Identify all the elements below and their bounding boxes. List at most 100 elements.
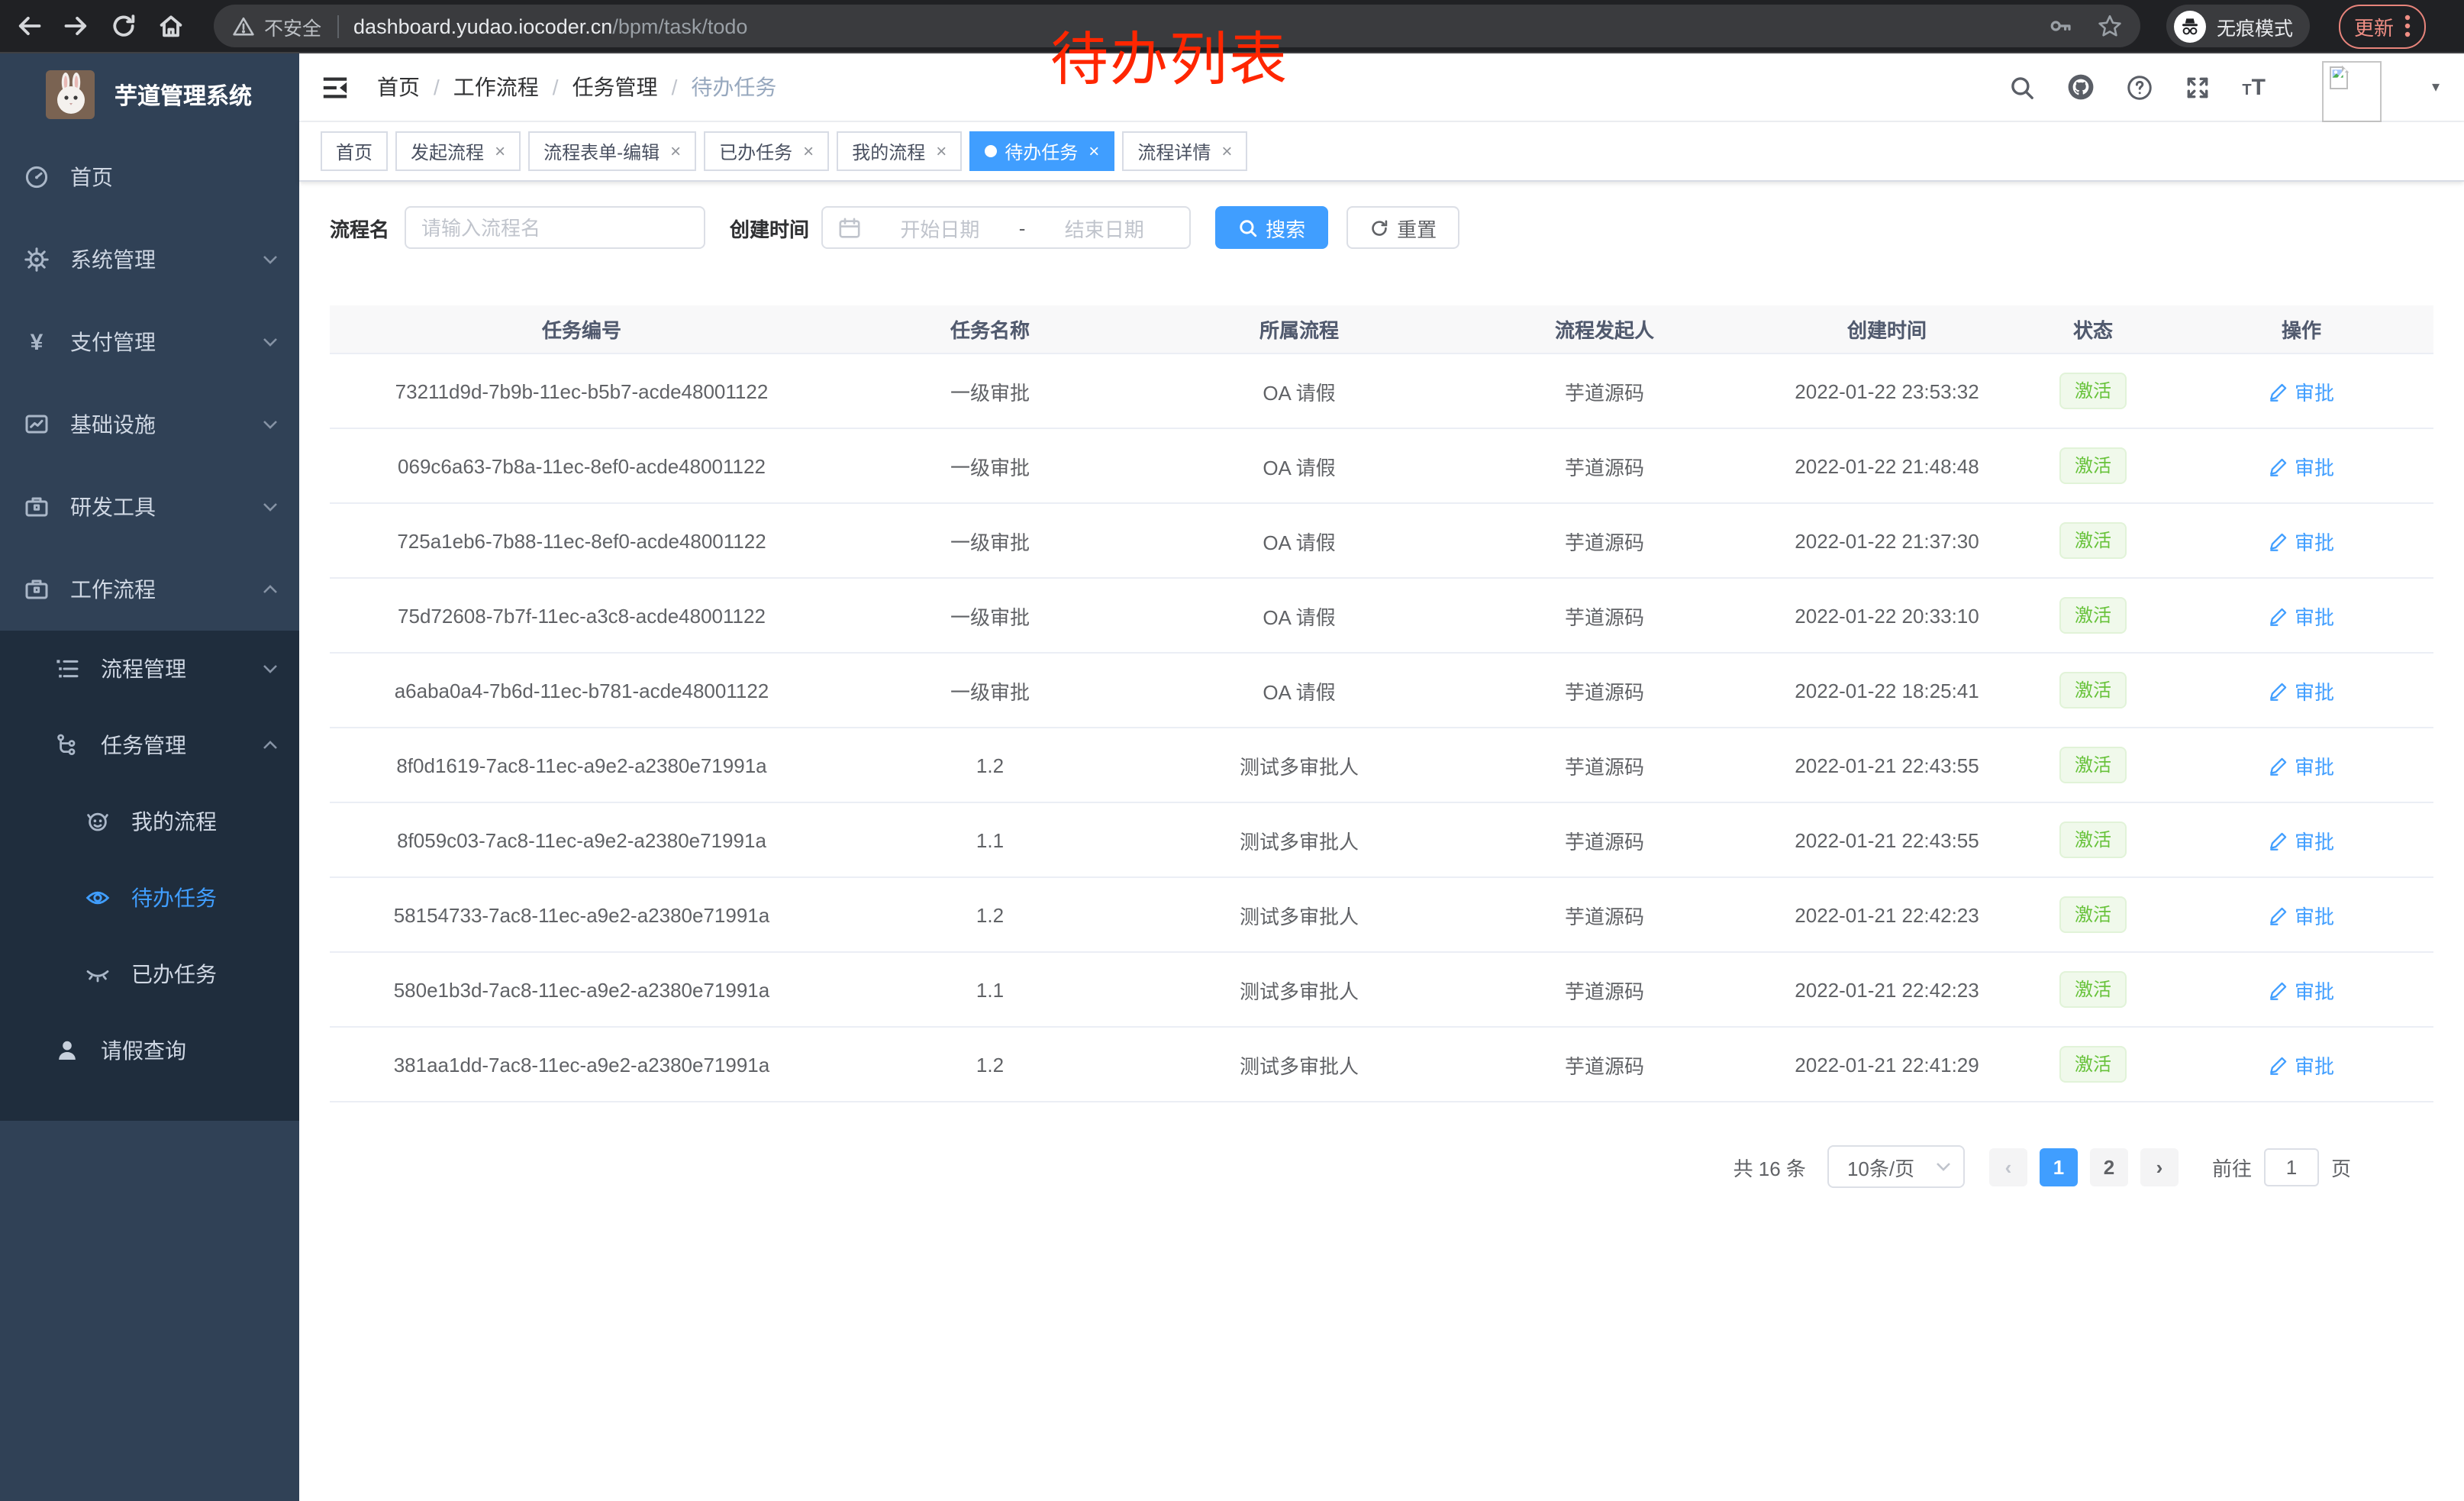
cell-task-name: 一级审批: [834, 428, 1147, 503]
approve-link[interactable]: 审批: [2269, 825, 2334, 854]
bookmark-star-icon[interactable]: [2098, 14, 2122, 38]
sidebar-item-task-mgmt[interactable]: 任务管理: [0, 707, 299, 783]
monitor-chart-icon: [24, 412, 49, 437]
next-page-button[interactable]: ›: [2140, 1148, 2179, 1186]
sidebar-item-my-process[interactable]: 我的流程: [0, 783, 299, 860]
sidebar-item-home[interactable]: 首页: [0, 136, 299, 218]
sidebar-item-workflow[interactable]: 工作流程: [0, 548, 299, 631]
breadcrumb-workflow[interactable]: 工作流程: [453, 72, 539, 102]
forward-icon[interactable]: [63, 12, 90, 40]
sidebar-item-payment[interactable]: ¥ 支付管理: [0, 301, 299, 383]
top-navbar: 首页 / 工作流程 / 任务管理 / 待办任务 TT: [299, 53, 2464, 122]
sidebar-item-system[interactable]: 系统管理: [0, 218, 299, 301]
sidebar-item-process-mgmt[interactable]: 流程管理: [0, 631, 299, 707]
approve-link[interactable]: 审批: [2269, 676, 2334, 705]
approve-link[interactable]: 审批: [2269, 376, 2334, 405]
close-icon[interactable]: ×: [495, 142, 505, 160]
process-name-input[interactable]: [405, 206, 705, 249]
status-badge: 激活: [2059, 896, 2127, 933]
start-date-placeholder: 开始日期: [870, 213, 1010, 242]
search-icon[interactable]: [2008, 74, 2034, 100]
avatar[interactable]: [2322, 61, 2382, 122]
tag-process-detail[interactable]: 流程详情×: [1122, 131, 1247, 171]
tag-todo-task[interactable]: 待办任务×: [969, 131, 1114, 171]
breadcrumb-task-mgmt[interactable]: 任务管理: [572, 72, 658, 102]
reset-button[interactable]: 重置: [1346, 206, 1459, 249]
security-label[interactable]: 不安全: [264, 11, 321, 40]
page-1-button[interactable]: 1: [2040, 1148, 2078, 1186]
back-icon[interactable]: [15, 12, 43, 40]
approve-link[interactable]: 审批: [2269, 975, 2334, 1004]
table-row: 069c6a63-7b8a-11ec-8ef0-acde48001122 一级审…: [330, 428, 2433, 503]
github-icon[interactable]: [2066, 73, 2094, 101]
end-date-placeholder: 结束日期: [1034, 213, 1174, 242]
cell-task-id: 725a1eb6-7b88-11ec-8ef0-acde48001122: [330, 503, 834, 578]
breadcrumb-home[interactable]: 首页: [377, 72, 420, 102]
sidebar-item-todo-task[interactable]: 待办任务: [0, 860, 299, 936]
col-actions: 操作: [2169, 305, 2433, 353]
cell-create-time: 2022-01-21 22:42:23: [1757, 952, 2017, 1027]
approve-link[interactable]: 审批: [2269, 601, 2334, 630]
sidebar-collapse-icon[interactable]: [321, 73, 350, 102]
url-host[interactable]: dashboard.yudao.iocoder.cn: [353, 15, 612, 37]
close-icon[interactable]: ×: [670, 142, 681, 160]
sidebar-item-infra[interactable]: 基础设施: [0, 383, 299, 466]
close-icon[interactable]: ×: [1221, 142, 1232, 160]
help-icon[interactable]: [2126, 74, 2152, 100]
edit-pen-icon: [2269, 830, 2288, 850]
app-logo-row[interactable]: 芋道管理系统: [0, 53, 299, 136]
sidebar-item-done-task[interactable]: 已办任务: [0, 936, 299, 1012]
security-warning-icon[interactable]: [232, 15, 255, 37]
edit-pen-icon: [2269, 605, 2288, 625]
cell-process: 测试多审批人: [1147, 877, 1452, 952]
password-key-icon[interactable]: [2049, 14, 2073, 38]
tag-form-edit[interactable]: 流程表单-编辑×: [528, 131, 696, 171]
reload-icon[interactable]: [110, 12, 137, 40]
approve-link[interactable]: 审批: [2269, 451, 2334, 480]
cell-create-time: 2022-01-21 22:43:55: [1757, 802, 2017, 877]
sidebar-menu: 首页 系统管理 ¥ 支付管理 基础设施: [0, 136, 299, 1121]
cell-create-time: 2022-01-22 21:48:48: [1757, 428, 2017, 503]
font-size-icon[interactable]: TT: [2242, 76, 2266, 98]
goto-page-input[interactable]: [2264, 1148, 2319, 1186]
col-process: 所属流程: [1147, 305, 1452, 353]
close-icon[interactable]: ×: [936, 142, 947, 160]
sidebar-item-devtools[interactable]: 研发工具: [0, 466, 299, 548]
table-row: 381aa1dd-7ac8-11ec-a9e2-a2380e71991a 1.2…: [330, 1027, 2433, 1102]
status-badge: 激活: [2059, 822, 2127, 858]
toolbox-icon: [24, 495, 49, 519]
browser-update-button[interactable]: 更新: [2339, 4, 2426, 48]
update-label[interactable]: 更新: [2354, 11, 2394, 40]
approve-link[interactable]: 审批: [2269, 1050, 2334, 1079]
cell-starter: 芋道源码: [1452, 578, 1757, 653]
cell-process: 测试多审批人: [1147, 1027, 1452, 1102]
cell-task-name: 1.2: [834, 877, 1147, 952]
avatar-caret-icon[interactable]: ▾: [2432, 79, 2440, 95]
sidebar-item-leave-query[interactable]: 请假查询: [0, 1012, 299, 1089]
tag-home[interactable]: 首页: [321, 131, 388, 171]
close-icon[interactable]: ×: [803, 142, 814, 160]
fullscreen-icon[interactable]: [2184, 74, 2210, 100]
edit-pen-icon: [2269, 680, 2288, 700]
approve-link[interactable]: 审批: [2269, 900, 2334, 929]
search-button[interactable]: 搜索: [1215, 206, 1328, 249]
browser-menu-icon[interactable]: [2404, 14, 2411, 38]
status-badge: 激活: [2059, 971, 2127, 1008]
page-2-button[interactable]: 2: [2090, 1148, 2128, 1186]
col-status: 状态: [2017, 305, 2169, 353]
tag-done-task[interactable]: 已办任务×: [704, 131, 829, 171]
prev-page-button[interactable]: ‹: [1989, 1148, 2027, 1186]
home-icon[interactable]: [157, 12, 185, 40]
tag-start-process[interactable]: 发起流程×: [395, 131, 521, 171]
table-header-row: 任务编号 任务名称 所属流程 流程发起人 创建时间 状态 操作: [330, 305, 2433, 353]
edit-pen-icon: [2269, 381, 2288, 401]
table-body: 73211d9d-7b9b-11ec-b5b7-acde48001122 一级审…: [330, 353, 2433, 1102]
approve-link[interactable]: 审批: [2269, 750, 2334, 780]
date-range-picker[interactable]: 开始日期 - 结束日期: [821, 206, 1191, 249]
approve-link[interactable]: 审批: [2269, 526, 2334, 555]
page-content: 流程名 创建时间 开始日期 - 结束日期 搜索 重: [299, 182, 2464, 1501]
tag-my-process[interactable]: 我的流程×: [837, 131, 962, 171]
close-icon[interactable]: ×: [1088, 142, 1099, 160]
page-size-select[interactable]: 10条/页: [1827, 1145, 1965, 1188]
url-path[interactable]: /bpm/task/todo: [612, 15, 747, 37]
